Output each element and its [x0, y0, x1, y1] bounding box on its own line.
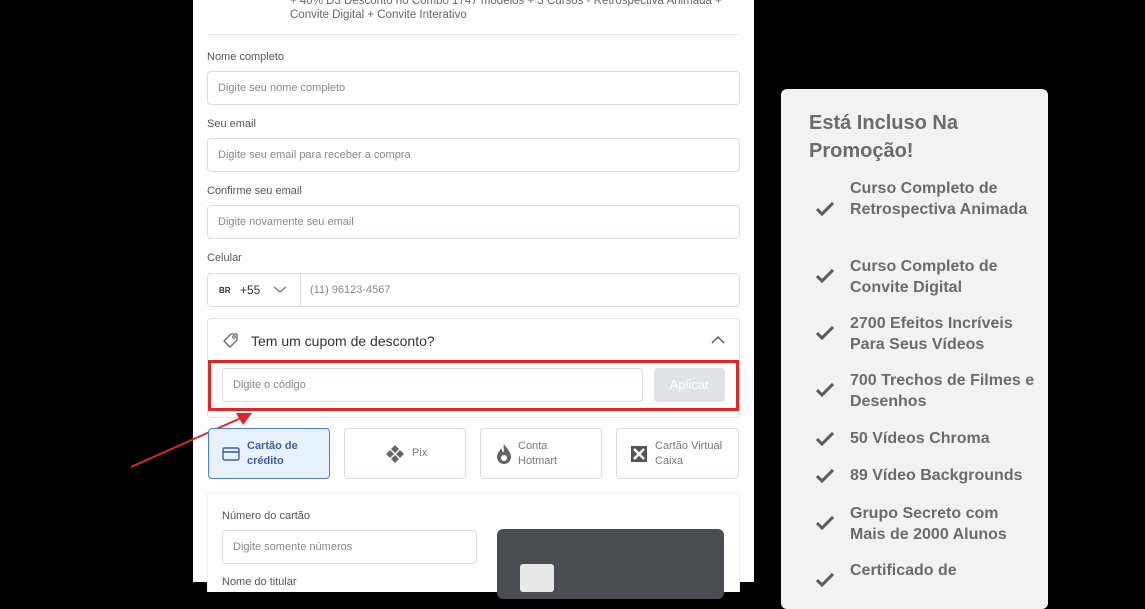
check-icon: [816, 573, 834, 587]
tag-icon: [223, 333, 238, 348]
check-icon: [816, 432, 834, 446]
card-holder-label: Nome do titular: [222, 576, 297, 588]
phone-field: BR +55 (11) 96123-4567: [207, 273, 740, 307]
check-icon: [816, 326, 834, 340]
email-confirm-label: Confirme seu email: [207, 185, 302, 197]
email-confirm-placeholder: Digite novamente seu email: [218, 216, 354, 228]
promo-item-text: Grupo Secreto com Mais de 2000 Alunos: [850, 505, 1007, 543]
name-placeholder: Digite seu nome completo: [218, 82, 346, 94]
divider: [207, 34, 740, 35]
email-input[interactable]: Digite seu email para receber a compra: [207, 138, 740, 172]
promo-title: Está Incluso Na Promoção!: [809, 112, 958, 162]
payment-option-pix[interactable]: Pix: [344, 428, 466, 479]
card-number-placeholder: Digite somente números: [233, 541, 353, 553]
promo-item-text: 50 Vídeos Chroma: [850, 430, 990, 447]
country-code-select[interactable]: BR +55: [208, 274, 301, 306]
caixa-icon: [631, 446, 647, 462]
card-preview: [497, 529, 724, 599]
card-number-label: Número do cartão: [222, 510, 311, 522]
payment-option-caixa[interactable]: Cartão Virtual Caixa: [616, 428, 739, 479]
card-number-input[interactable]: Digite somente números: [222, 530, 477, 564]
email-confirm-input[interactable]: Digite novamente seu email: [207, 205, 740, 239]
payment-label-pix: Pix: [412, 447, 428, 459]
promo-panel: Está Incluso Na Promoção! Curso Completo…: [781, 89, 1048, 609]
phone-input[interactable]: (11) 96123-4567: [310, 284, 391, 296]
card-chip-icon: [520, 564, 554, 592]
highlight-box: [208, 360, 739, 411]
credit-card-icon: [222, 447, 240, 461]
promo-item-text: 89 Vídeo Backgrounds: [850, 467, 1023, 484]
chevron-down-icon: [273, 286, 287, 293]
product-description: + 40% D3 Desconto no Combo 1747 modelos …: [290, 0, 722, 21]
email-placeholder: Digite seu email para receber a compra: [218, 149, 411, 161]
payment-label-credit-card: Cartão de crédito: [247, 440, 298, 467]
promo-item-text: 2700 Efeitos Incríveis Para Seus Vídeos: [850, 315, 1013, 353]
promo-item-text: Certificado de: [850, 562, 957, 579]
payment-option-credit-card[interactable]: Cartão de crédito: [208, 428, 330, 479]
country-flag: BR: [219, 286, 231, 295]
coupon-toggle[interactable]: Tem um cupom de desconto?: [251, 333, 435, 349]
chevron-up-icon[interactable]: [711, 335, 725, 345]
check-icon: [816, 202, 834, 216]
email-label: Seu email: [207, 118, 256, 130]
check-icon: [816, 469, 834, 483]
promo-item-text: Curso Completo de Convite Digital: [850, 258, 998, 296]
phone-label: Celular: [207, 252, 242, 264]
hotmart-icon: [497, 444, 511, 464]
promo-item-text: 700 Trechos de Filmes e Desenhos: [850, 372, 1035, 410]
check-icon: [816, 383, 834, 397]
check-icon: [816, 269, 834, 283]
payment-option-hotmart[interactable]: Conta Hotmart: [480, 428, 602, 479]
payment-label-caixa: Cartão Virtual Caixa: [655, 440, 723, 467]
payment-label-hotmart: Conta Hotmart: [518, 440, 558, 467]
name-input[interactable]: Digite seu nome completo: [207, 71, 740, 105]
name-label: Nome completo: [207, 51, 285, 63]
promo-item-text: Curso Completo de Retrospectiva Animada: [850, 180, 1028, 218]
country-ddi: +55: [240, 283, 261, 297]
check-icon: [816, 516, 834, 530]
pix-icon: [386, 445, 404, 463]
